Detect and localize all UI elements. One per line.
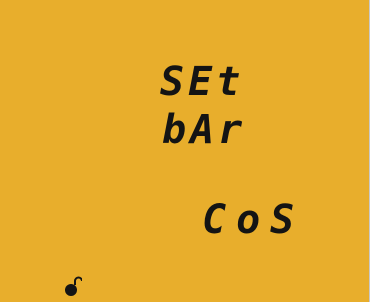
display-line-2: bAr: [162, 107, 247, 153]
lcd-display-panel: SEt bAr CoS: [0, 0, 370, 302]
display-line-1: SEt: [160, 59, 245, 105]
display-line-3: CoS: [202, 197, 305, 243]
unlocked-padlock-icon: [65, 276, 82, 296]
